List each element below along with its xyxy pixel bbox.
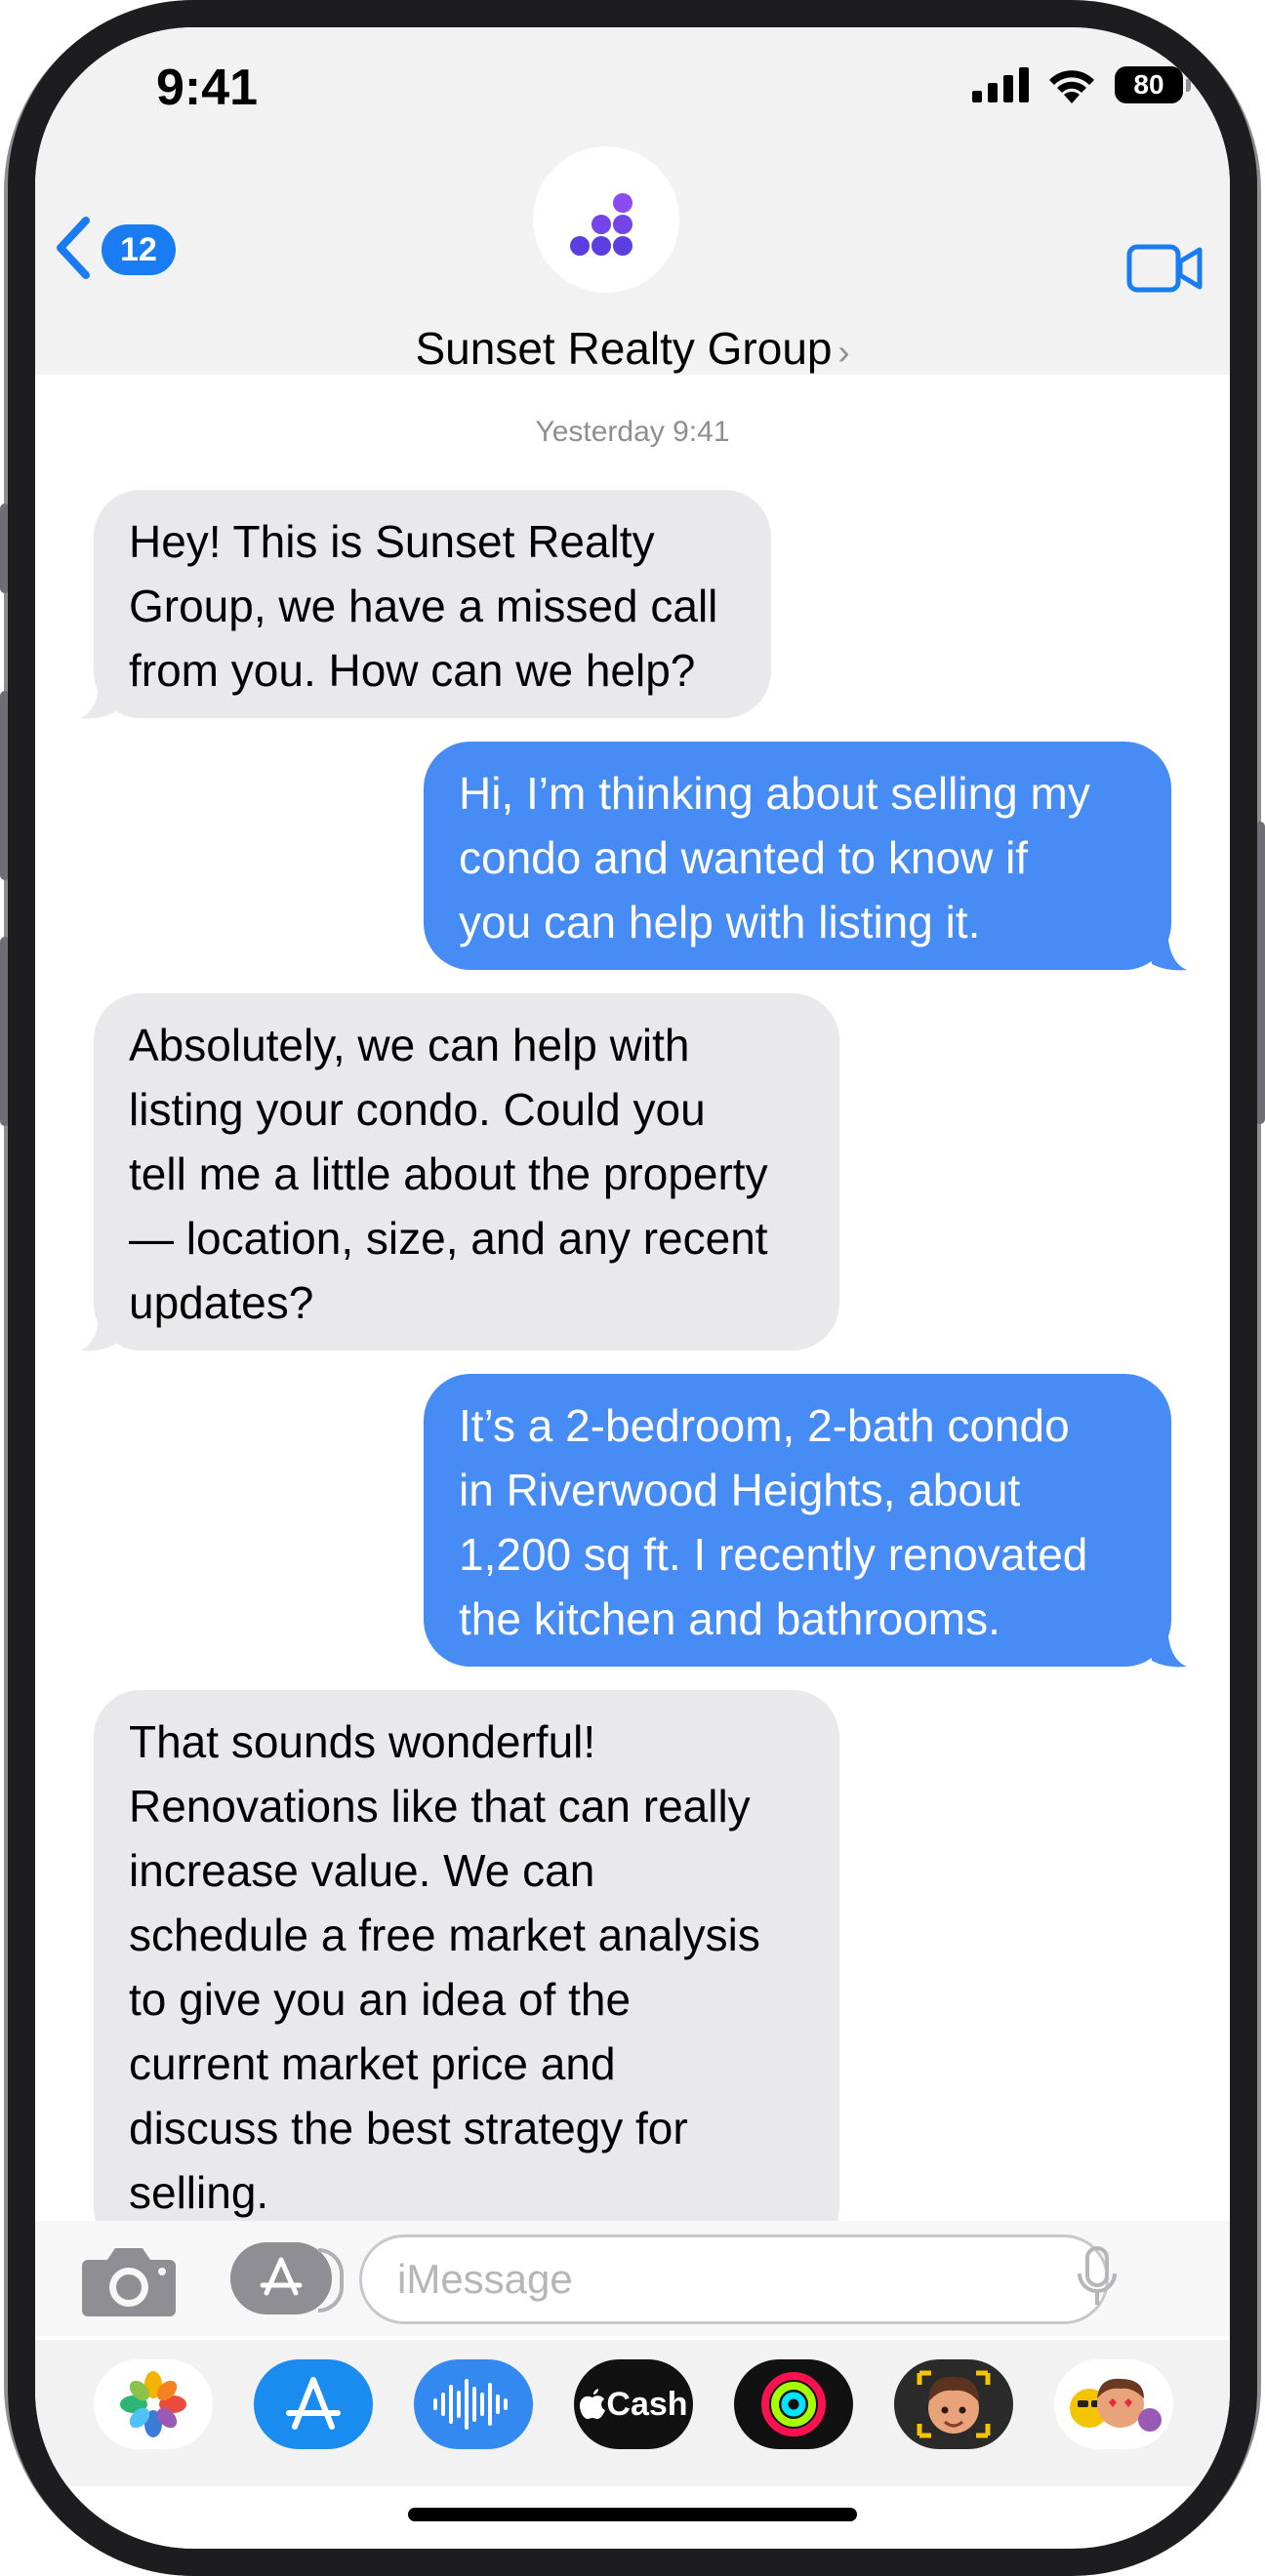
status-time: 9:41 bbox=[156, 60, 259, 116]
sticker-faces-icon bbox=[1070, 2378, 1162, 2432]
audio-message-app-icon[interactable] bbox=[414, 2359, 533, 2449]
message-line: listing your condo. Could you bbox=[129, 1084, 706, 1135]
activity-rings-icon bbox=[761, 2372, 826, 2436]
message-line: schedule a free market analysis bbox=[129, 1910, 760, 1960]
status-icons: 80 bbox=[972, 66, 1191, 103]
message-line: condo and wanted to know if bbox=[459, 832, 1029, 883]
waveform-icon bbox=[433, 2379, 508, 2430]
app-store-a-icon bbox=[286, 2377, 341, 2430]
message-line: That sounds wonderful! bbox=[129, 1716, 596, 1767]
incoming-bubble-tail bbox=[80, 673, 115, 719]
animoji-stickers-app-icon[interactable] bbox=[1054, 2359, 1173, 2449]
battery-indicator: 80 bbox=[1115, 66, 1191, 103]
message-line: Absolutely, we can help with bbox=[129, 1020, 690, 1070]
incoming-message-bubble[interactable]: Hey! This is Sunset Realty Group, we hav… bbox=[94, 490, 771, 718]
wifi-icon bbox=[1049, 70, 1094, 103]
business-logo-icon bbox=[570, 193, 632, 256]
incoming-message-bubble[interactable]: That sounds wonderful! Renovations like … bbox=[94, 1690, 839, 2254]
photos-flower-icon bbox=[120, 2371, 186, 2437]
message-line: Renovations like that can really bbox=[129, 1781, 751, 1831]
contact-details-chevron: › bbox=[837, 332, 850, 372]
memoji-face-icon bbox=[917, 2370, 991, 2438]
message-line: discuss the best strategy for bbox=[129, 2103, 688, 2153]
apple-logo-icon bbox=[580, 2389, 606, 2419]
home-indicator[interactable] bbox=[408, 2508, 857, 2521]
apple-cash-label: Cash bbox=[606, 2385, 688, 2423]
app-store-icon bbox=[260, 2257, 303, 2296]
back-chevron-icon[interactable] bbox=[51, 215, 94, 281]
unread-count-badge[interactable]: 12 bbox=[102, 224, 176, 275]
message-line: tell me a little about the property bbox=[129, 1148, 768, 1199]
incoming-bubble-tail bbox=[80, 1306, 115, 1351]
message-line: the kitchen and bathrooms. bbox=[459, 1593, 1000, 1644]
message-line: you can help with listing it. bbox=[459, 897, 981, 947]
incoming-message-bubble[interactable]: Absolutely, we can help with listing you… bbox=[94, 993, 839, 1350]
app-store-drawer-button[interactable] bbox=[230, 2242, 344, 2314]
cellular-signal-icon bbox=[972, 67, 1029, 102]
message-line: It’s a 2-bedroom, 2-bath condo bbox=[459, 1400, 1070, 1451]
outgoing-bubble-tail bbox=[1152, 925, 1187, 971]
message-input[interactable]: iMessage bbox=[359, 2234, 1109, 2324]
memoji-app-icon[interactable] bbox=[894, 2359, 1013, 2449]
message-line: in Riverwood Heights, about bbox=[459, 1465, 1021, 1515]
messages-screen: 9:41 80 12 Sunset Realty Group › Yesterd… bbox=[35, 27, 1230, 2549]
message-line: selling. bbox=[129, 2167, 269, 2218]
message-line: Hi, I’m thinking about selling my bbox=[459, 768, 1090, 819]
contact-name-label: Sunset Realty Group bbox=[415, 323, 833, 374]
fitness-activity-app-icon[interactable] bbox=[734, 2359, 853, 2449]
message-line: — location, size, and any recent bbox=[129, 1213, 768, 1264]
photos-app-icon[interactable] bbox=[94, 2359, 213, 2449]
apple-cash-app-icon[interactable]: Cash bbox=[574, 2359, 693, 2449]
outgoing-bubble-tail bbox=[1152, 1622, 1187, 1668]
outgoing-message-bubble[interactable]: It’s a 2-bedroom, 2-bath condo in Riverw… bbox=[424, 1374, 1171, 1667]
message-line: Group, we have a missed call bbox=[129, 581, 718, 631]
message-line: to give you an idea of the bbox=[129, 1974, 632, 2025]
message-line: updates? bbox=[129, 1277, 314, 1328]
message-line: Hey! This is Sunset Realty bbox=[129, 516, 655, 567]
message-line: 1,200 sq ft. I recently renovated bbox=[459, 1529, 1088, 1580]
outgoing-message-bubble[interactable]: Hi, I’m thinking about selling my condo … bbox=[424, 742, 1171, 970]
phone-screen-frame: 9:41 80 12 Sunset Realty Group › Yesterd… bbox=[8, 0, 1257, 2576]
facetime-video-icon[interactable] bbox=[1126, 242, 1203, 295]
contact-name[interactable]: Sunset Realty Group › bbox=[35, 322, 1230, 375]
message-line: current market price and bbox=[129, 2038, 616, 2089]
message-line: increase value. We can bbox=[129, 1845, 595, 1896]
message-line: from you. How can we help? bbox=[129, 645, 696, 696]
conversation-timestamp: Yesterday 9:41 bbox=[535, 416, 730, 448]
camera-icon[interactable] bbox=[80, 2242, 178, 2316]
contact-avatar[interactable] bbox=[533, 146, 679, 293]
microphone-icon[interactable] bbox=[1054, 2246, 1140, 2309]
app-store-app-icon[interactable] bbox=[254, 2359, 373, 2449]
